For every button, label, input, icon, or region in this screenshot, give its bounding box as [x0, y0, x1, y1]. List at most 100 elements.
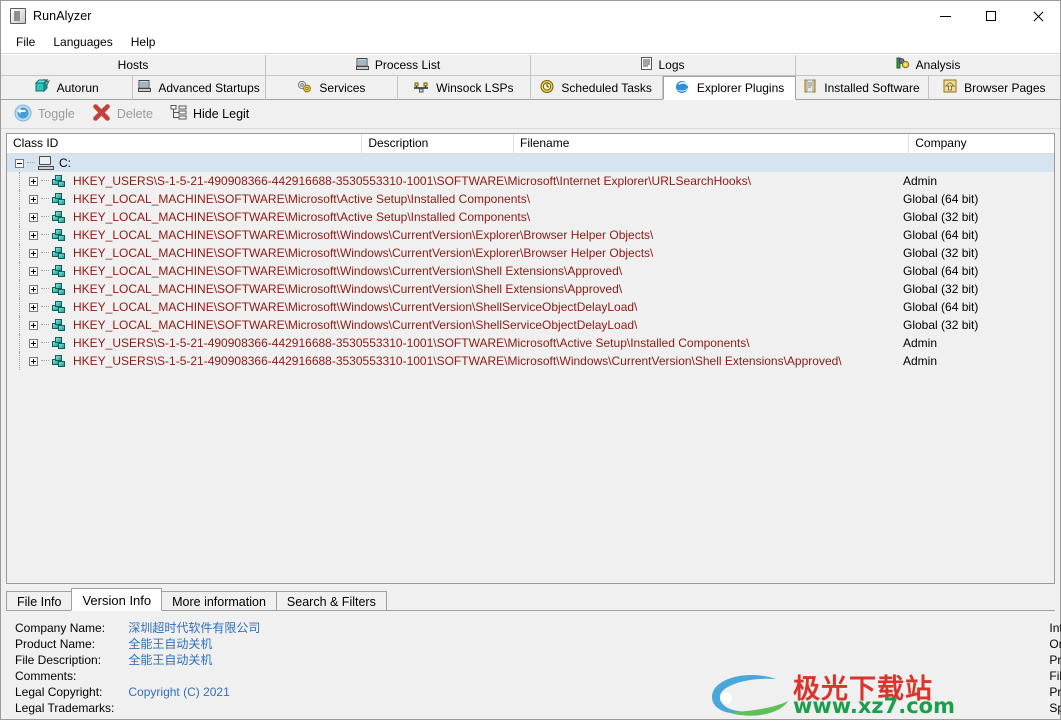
tree-expander[interactable]	[29, 302, 38, 312]
menu-item-languages[interactable]: Languages	[44, 33, 121, 51]
tree-expander[interactable]	[29, 284, 38, 294]
tab-process-list[interactable]: Process List	[266, 55, 531, 76]
close-button[interactable]	[1014, 1, 1060, 31]
row-class-id-cell: HKEY_LOCAL_MACHINE\SOFTWARE\Microsoft\Wi…	[7, 244, 895, 262]
row-company-cell: Global (64 bit)	[895, 264, 1054, 278]
table-row[interactable]: HKEY_LOCAL_MACHINE\SOFTWARE\Microsoft\Wi…	[7, 226, 1054, 244]
registry-icon	[52, 210, 68, 224]
row-class-id-text: HKEY_LOCAL_MACHINE\SOFTWARE\Microsoft\Ac…	[73, 210, 531, 224]
delete-button[interactable]: Delete	[87, 100, 163, 128]
row-company-text: Global (32 bit)	[903, 210, 979, 224]
explorer-plugins-list: Class ID Description Filename Company C:…	[6, 133, 1055, 584]
row-company-cell: Global (32 bit)	[895, 246, 1054, 260]
tab-more-information[interactable]: More information	[161, 591, 277, 611]
primary-tab-label: Analysis	[915, 58, 961, 72]
tab-scheduled-tasks[interactable]: Scheduled Tasks	[530, 76, 663, 100]
table-row[interactable]: HKEY_LOCAL_MACHINE\SOFTWARE\Microsoft\Wi…	[7, 280, 1054, 298]
table-row[interactable]: HKEY_USERS\S-1-5-21-490908366-442916688-…	[7, 172, 1054, 190]
row-class-id-cell: HKEY_USERS\S-1-5-21-490908366-442916688-…	[7, 352, 895, 370]
window-title: RunAlyzer	[33, 9, 92, 23]
window-controls	[922, 1, 1060, 31]
maximize-button[interactable]	[968, 1, 1014, 31]
list-body[interactable]: C: HKEY_USERS\S-1-5-21-490908366-44291668…	[7, 154, 1054, 583]
row-class-id-text: HKEY_LOCAL_MACHINE\SOFTWARE\Microsoft\Wi…	[73, 282, 623, 296]
tab-hosts[interactable]: Hosts	[1, 55, 266, 76]
document-icon	[641, 57, 653, 73]
tree-expander[interactable]	[29, 320, 38, 330]
toggle-button[interactable]: Toggle	[9, 101, 85, 128]
minimize-button[interactable]	[922, 1, 968, 31]
column-header-filename[interactable]: Filename	[514, 134, 910, 153]
primary-tab-label: Hosts	[117, 58, 149, 72]
menu-item-file[interactable]: File	[7, 33, 44, 51]
table-row[interactable]: C:	[7, 154, 1054, 172]
tab-installed-software[interactable]: Installed Software	[796, 76, 929, 100]
tree-list-icon	[170, 104, 187, 124]
tree-expander[interactable]	[15, 158, 24, 168]
column-header-class-id[interactable]: Class ID	[7, 134, 363, 153]
table-row[interactable]: HKEY_LOCAL_MACHINE\SOFTWARE\Microsoft\Wi…	[7, 244, 1054, 262]
row-company-cell: Global (64 bit)	[895, 192, 1054, 206]
row-class-id-text: HKEY_LOCAL_MACHINE\SOFTWARE\Microsoft\Ac…	[73, 192, 531, 206]
row-class-id-cell: C:	[7, 156, 895, 170]
tab-browser-pages[interactable]: Browser Pages	[928, 76, 1060, 100]
column-header-description[interactable]: Description	[362, 134, 515, 153]
hide-legit-button[interactable]: Hide Legit	[165, 101, 259, 127]
row-company-cell: Global (32 bit)	[895, 210, 1054, 224]
tab-logs[interactable]: Logs	[531, 55, 796, 76]
details-pane: File Info Version Info More information …	[1, 584, 1061, 719]
registry-icon	[52, 264, 68, 278]
tab-file-info[interactable]: File Info	[6, 591, 73, 611]
table-row[interactable]: HKEY_LOCAL_MACHINE\SOFTWARE\Microsoft\Ac…	[7, 208, 1054, 226]
version-info-field-value	[128, 700, 260, 716]
tab-explorer-plugins[interactable]: Explorer Plugins	[662, 76, 797, 100]
tree-expander[interactable]	[29, 266, 38, 276]
row-company-text: Global (32 bit)	[903, 246, 979, 260]
row-company-text: Admin	[903, 354, 938, 368]
table-row[interactable]: HKEY_USERS\S-1-5-21-490908366-442916688-…	[7, 352, 1054, 370]
row-class-id-cell: HKEY_LOCAL_MACHINE\SOFTWARE\Microsoft\Wi…	[7, 226, 895, 244]
menu-item-help[interactable]: Help	[122, 33, 165, 51]
table-row[interactable]: HKEY_USERS\S-1-5-21-490908366-442916688-…	[7, 334, 1054, 352]
tree-line	[19, 190, 21, 208]
tab-services[interactable]: Services	[265, 76, 399, 100]
computer-icon	[355, 57, 369, 73]
table-row[interactable]: HKEY_LOCAL_MACHINE\SOFTWARE\Microsoft\Wi…	[7, 262, 1054, 280]
tree-expander[interactable]	[29, 248, 38, 258]
row-class-id-text: HKEY_USERS\S-1-5-21-490908366-442916688-…	[73, 174, 751, 188]
registry-icon	[52, 336, 68, 350]
row-class-id-cell: HKEY_LOCAL_MACHINE\SOFTWARE\Microsoft\Wi…	[7, 298, 895, 316]
version-info-field-value: Copyright (C) 2021	[128, 685, 230, 699]
tree-expander[interactable]	[29, 176, 38, 186]
tree-expander[interactable]	[29, 338, 38, 348]
tab-search-filters[interactable]: Search & Filters	[275, 591, 387, 611]
tab-version-info[interactable]: Version Info	[71, 588, 163, 611]
version-info-field-label: File Description:	[15, 653, 102, 667]
tab-autorun[interactable]: Autorun	[1, 76, 134, 100]
row-class-id-cell: HKEY_LOCAL_MACHINE\SOFTWARE\Microsoft\Wi…	[7, 316, 895, 334]
tab-analysis[interactable]: Analysis	[796, 55, 1060, 76]
red-x-icon	[92, 103, 111, 125]
secondary-tab-label: Advanced Startups	[158, 80, 260, 95]
table-row[interactable]: HKEY_LOCAL_MACHINE\SOFTWARE\Microsoft\Wi…	[7, 298, 1054, 316]
primary-tab-label: Process List	[374, 58, 441, 72]
tree-line	[19, 298, 21, 316]
close-icon	[1032, 11, 1043, 22]
tab-advanced-startups[interactable]: Advanced Startups	[133, 76, 266, 100]
tree-expander[interactable]	[29, 212, 38, 222]
clock-icon	[540, 79, 554, 96]
refresh-arrow-icon	[14, 104, 32, 125]
tree-expander[interactable]	[29, 230, 38, 240]
registry-icon	[52, 246, 68, 260]
tab-winsock-lsps[interactable]: Winsock LSPs	[398, 76, 531, 100]
table-row[interactable]: HKEY_LOCAL_MACHINE\SOFTWARE\Microsoft\Wi…	[7, 316, 1054, 334]
tree-line	[41, 306, 49, 308]
tree-line	[19, 316, 21, 334]
tree-expander[interactable]	[29, 194, 38, 204]
tree-expander[interactable]	[29, 356, 38, 366]
tree-line	[19, 262, 21, 280]
details-scrollbar[interactable]	[1048, 611, 1054, 715]
table-row[interactable]: HKEY_LOCAL_MACHINE\SOFTWARE\Microsoft\Ac…	[7, 190, 1054, 208]
tree-line	[41, 342, 49, 344]
column-header-company[interactable]: Company	[909, 134, 1054, 153]
